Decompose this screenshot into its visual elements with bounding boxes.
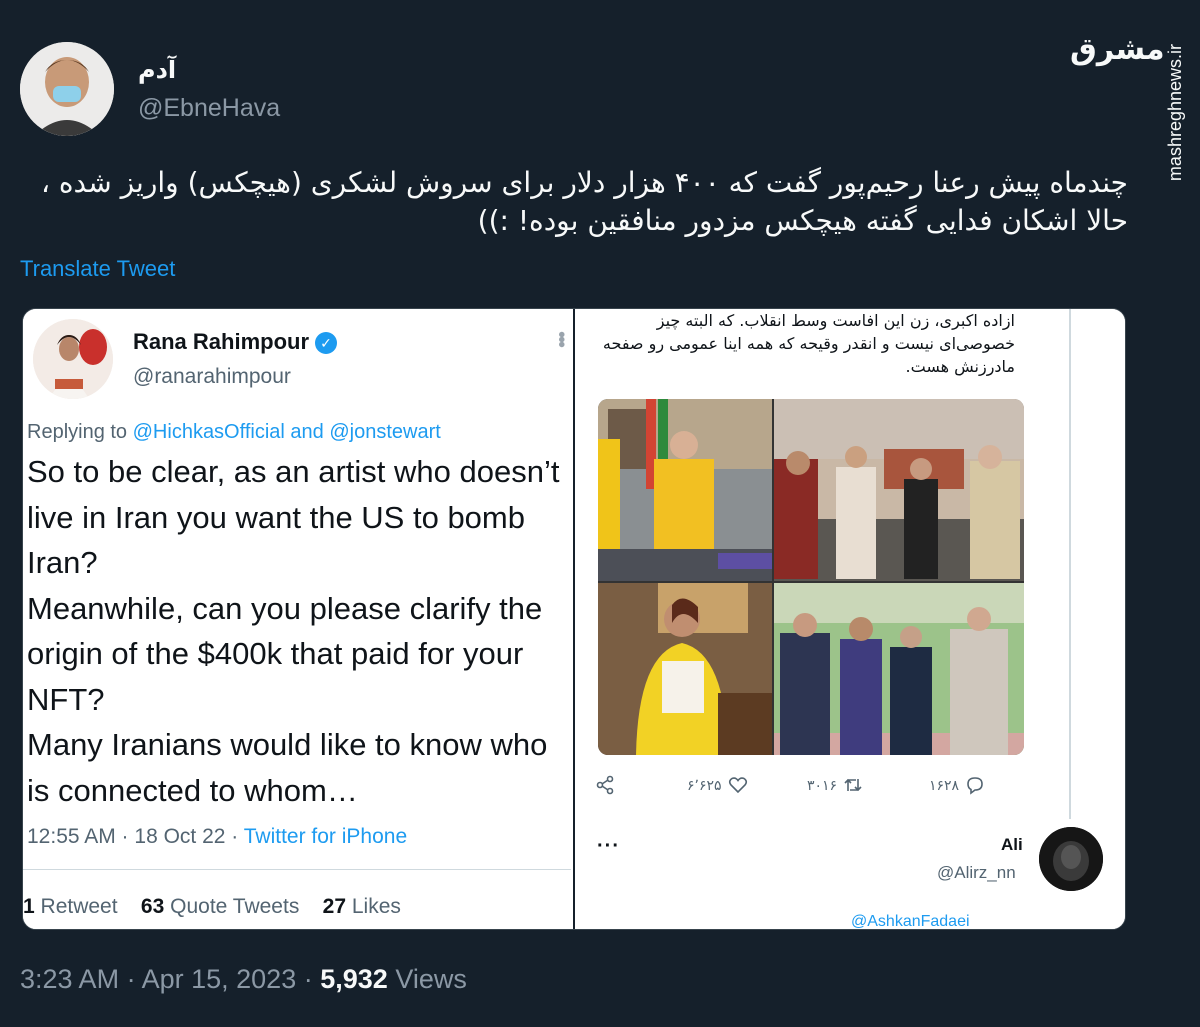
quoted-timestamp: 12:55 AM · 18 Oct 22 · Twitter for iPhon…: [27, 825, 407, 849]
reply-mention-cutoff: @AshkanFadaei: [851, 913, 970, 930]
quoted-author-avatar: [33, 319, 113, 399]
quoted-author-name-text: Rana Rahimpour: [133, 329, 310, 354]
retweet-action: ۳۰۱۶: [807, 775, 863, 795]
quote-count: 63: [140, 895, 165, 918]
quoted-tweet-screenshot: Rana Rahimpour ✓ @ranarahimpour ••• Reply…: [23, 309, 572, 929]
quoted-source: Twitter for iPhone: [243, 825, 408, 848]
retweet-count: 1: [23, 895, 35, 918]
photo-wedding: [774, 583, 1024, 755]
watermark-logo: مشرق: [1070, 33, 1165, 66]
thread-line: [1069, 309, 1071, 819]
reply-more-icon: ···: [597, 835, 620, 857]
mention-hichkas: @HichkasOfficial: [132, 421, 285, 443]
stats-divider: [23, 869, 571, 870]
author-display-name[interactable]: آدم: [138, 56, 176, 85]
mention-jonstewart: @jonstewart: [329, 421, 441, 443]
reply-icon: [967, 777, 983, 795]
verified-badge-icon: ✓: [315, 332, 338, 355]
tweet-media-image[interactable]: Rana Rahimpour ✓ @ranarahimpour ••• Reply…: [22, 308, 1126, 930]
replying-to-line: Replying to @HichkasOfficial and @jonste…: [27, 421, 441, 444]
photo-street: [774, 399, 1024, 581]
quoted-stats: 1 Retweet 63 Quote Tweets 27 Likes: [23, 895, 401, 919]
likes-label: Likes: [351, 895, 401, 918]
meta-separator: ·: [126, 964, 136, 994]
like-count: ۶٬۶۲۵: [687, 776, 722, 793]
meta-separator-2: ·: [303, 964, 313, 994]
photo-portrait-yellow: [598, 583, 772, 755]
replying-prefix: Replying to: [27, 421, 128, 443]
views-count: 5,932: [320, 964, 388, 994]
reply-author-name: Ali: [1001, 835, 1023, 854]
reply-author-avatar: [1039, 827, 1103, 891]
author-avatar[interactable]: [20, 42, 114, 136]
reply-count: ۱۶۲۸: [929, 776, 960, 793]
retweet-count-fa: ۳۰۱۶: [807, 776, 838, 793]
heart-icon: [728, 777, 747, 794]
and-word: and: [290, 421, 324, 443]
views-label: Views: [395, 964, 467, 994]
watermark-url: mashreghnews.ir: [1165, 44, 1185, 182]
tweet-date[interactable]: Apr 15, 2023: [142, 964, 297, 994]
tweet-time[interactable]: 3:23 AM: [20, 964, 119, 994]
quoted-author-handle: @ranarahimpour: [133, 365, 291, 388]
more-options-icon: •••: [550, 331, 572, 347]
tweet-text: چندماه پیش رعنا رحیم‌پور گفت که ۴۰۰ هزار…: [40, 166, 1128, 237]
photo-rally: [598, 399, 772, 581]
quote-label: Quote Tweets: [170, 895, 300, 918]
author-handle[interactable]: @EbneHava: [138, 94, 280, 123]
quoted-tweet-body: So to be clear, as an artist who doesn’t…: [27, 454, 560, 808]
persian-tweet-text: ازاده اکبری، زن این افاست وسط انقلاب. که…: [602, 311, 1015, 376]
retweet-icon: [844, 778, 862, 792]
reply-author-handle: @Alirz_nn: [937, 863, 1016, 882]
reply-tweet-screenshot: ازاده اکبری، زن این افاست وسط انقلاب. که…: [575, 309, 1125, 930]
reply-action: ۱۶۲۸: [929, 775, 985, 795]
like-action: ۶٬۶۲۵: [687, 775, 748, 795]
share-icon: [595, 775, 615, 795]
quoted-time-text: 12:55 AM · 18 Oct 22 ·: [27, 825, 244, 848]
translate-tweet-link[interactable]: Translate Tweet: [20, 256, 175, 282]
likes-count: 27: [322, 895, 347, 918]
quoted-author-name: Rana Rahimpour ✓: [133, 329, 338, 355]
reply-tweet-actions: ۶٬۶۲۵ ۳۰۱۶ ۱۶۲۸: [595, 775, 1025, 801]
tweet-meta: 3:23 AM · Apr 15, 2023 · 5,932 Views: [20, 964, 467, 995]
photo-collage: [598, 399, 1024, 755]
retweet-label: Retweet: [40, 895, 118, 918]
